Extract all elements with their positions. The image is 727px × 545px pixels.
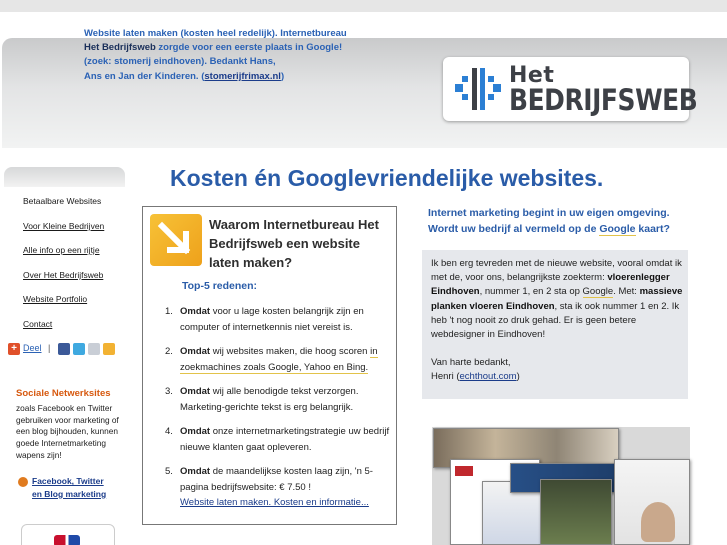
reason-bold: Omdat (180, 426, 211, 437)
nav-betaalbare-websites[interactable]: Betaalbare Websites (23, 196, 101, 206)
portfolio-logo-mark (455, 466, 473, 476)
site-logo[interactable]: Het BEDRIJFSWEB (443, 57, 698, 121)
quote-author-end: ) (516, 371, 520, 383)
nav-website-portfolio[interactable]: Website Portfolio (23, 294, 87, 304)
google-heading-post: kaart? (635, 222, 670, 235)
share-plus-icon[interactable]: + (8, 343, 20, 355)
social-link-line-1[interactable]: Facebook, Twitter (20, 475, 106, 488)
favorite-icon[interactable] (103, 343, 115, 355)
google-map-heading: Internet marketing begint in uw eigen om… (428, 206, 688, 237)
why-title: Waarom Internetbureau Het Bedrijfsweb ee… (209, 217, 379, 270)
reason-number: 3. (165, 386, 173, 397)
stomerij-link[interactable]: stomerijfrimax.nl (204, 71, 281, 82)
email-icon[interactable] (88, 343, 100, 355)
portfolio-screenshot-6 (614, 459, 690, 545)
google-heading-highlight: Google (599, 222, 636, 236)
quote-google: Google (582, 286, 614, 299)
reason-bold: Omdat (180, 306, 211, 317)
portfolio-collage[interactable] (432, 427, 690, 545)
social-link-line-2[interactable]: en Blog marketing (20, 488, 106, 501)
reason-text: wij websites maken, die hoog scoren (210, 346, 371, 357)
testimonial-text: Ik ben erg tevreden met de nieuwe websit… (431, 257, 683, 385)
social-text: zoals Facebook en Twitter gebruiken voor… (16, 403, 119, 460)
google-heading-line-2: Wordt uw bedrijf al vermeld op de Google… (428, 222, 688, 238)
nav-contact[interactable]: Contact (23, 319, 52, 329)
social-title: Sociale Netwerksites (16, 388, 111, 399)
quote-part: , nummer 1, en 2 sta op (479, 286, 580, 298)
twitter-icon[interactable] (73, 343, 85, 355)
logo-text-bedrijfsweb: BEDRIJFSWEB (509, 83, 698, 117)
badge-box (21, 524, 115, 545)
reason-bold: Omdat (180, 386, 211, 397)
flag-icon (54, 535, 80, 545)
header-line-4-end: ) (280, 70, 285, 82)
sidebar-tab (4, 167, 125, 187)
nav-over-het-bedrijfsweb[interactable]: Over Het Bedrijfsweb (23, 270, 103, 280)
nav-alle-info[interactable]: Alle info op een rijtje (23, 245, 100, 255)
page-title: Kosten én Googlevriendelijke websites. (170, 165, 604, 191)
kosten-info-link[interactable]: Website laten maken. Kosten en informati… (180, 497, 369, 508)
arrow-circle-icon (18, 477, 28, 487)
header-testimonial: Website laten maken (kosten heel redelij… (84, 27, 374, 84)
testimonial-box: Ik ben erg tevreden met de nieuwe websit… (422, 250, 688, 399)
header-line-2-rest: zorgde voor een eerste plaats in Google! (155, 42, 343, 54)
nav-voor-kleine-bedrijven[interactable]: Voor Kleine Bedrijven (23, 221, 104, 231)
header-line-4-text: Ans en Jan der Kinderen. ( (84, 70, 205, 82)
echthout-link[interactable]: echthout.com (460, 371, 517, 382)
header-brand: Het Bedrijfsweb (84, 42, 156, 54)
google-heading-line-1: Internet marketing begint in uw eigen om… (428, 207, 670, 219)
header-line-1: Website laten maken (kosten heel redelij… (84, 28, 347, 39)
share-separator: | (48, 343, 51, 353)
share-link[interactable]: Deel (23, 343, 42, 353)
reason-bold: Omdat (180, 346, 211, 357)
sidebar: Betaalbare Websites Voor Kleine Bedrijve… (4, 167, 125, 545)
reason-text: onze internetmarketingstrategie uw bedri… (180, 426, 390, 453)
header-line-2: Het Bedrijfsweb zorgde voor een eerste p… (84, 41, 374, 55)
portfolio-person-photo (641, 502, 675, 542)
reason-number: 4. (165, 426, 173, 437)
top-strip (0, 0, 727, 12)
top5-heading: Top-5 redenen: (182, 280, 258, 292)
logo-icon (455, 68, 501, 110)
reason-bold: Omdat (180, 466, 211, 477)
portfolio-screenshot-5 (540, 479, 612, 545)
quote-part: . Met: (613, 286, 640, 298)
facebook-icon[interactable] (58, 343, 70, 355)
arrow-down-right-icon (150, 214, 202, 266)
reason-number: 1. (165, 306, 173, 317)
social-marketing-link[interactable]: Facebook, Twitter en Blog marketing (18, 475, 106, 501)
quote-author: Henri ( (431, 371, 460, 383)
reason-number: 2. (165, 346, 173, 357)
why-box: Waarom Internetbureau Het Bedrijfsweb ee… (142, 206, 397, 525)
quote-signoff: Van harte bedankt, (431, 357, 511, 369)
reason-number: 5. (165, 466, 173, 477)
header-line-3: (zoek: stomerij eindhoven). Bedankt Hans… (84, 56, 276, 68)
header-line-4: Ans en Jan der Kinderen. (stomerijfrimax… (84, 70, 374, 84)
google-heading-pre: Wordt uw bedrijf al vermeld op de (428, 222, 600, 235)
